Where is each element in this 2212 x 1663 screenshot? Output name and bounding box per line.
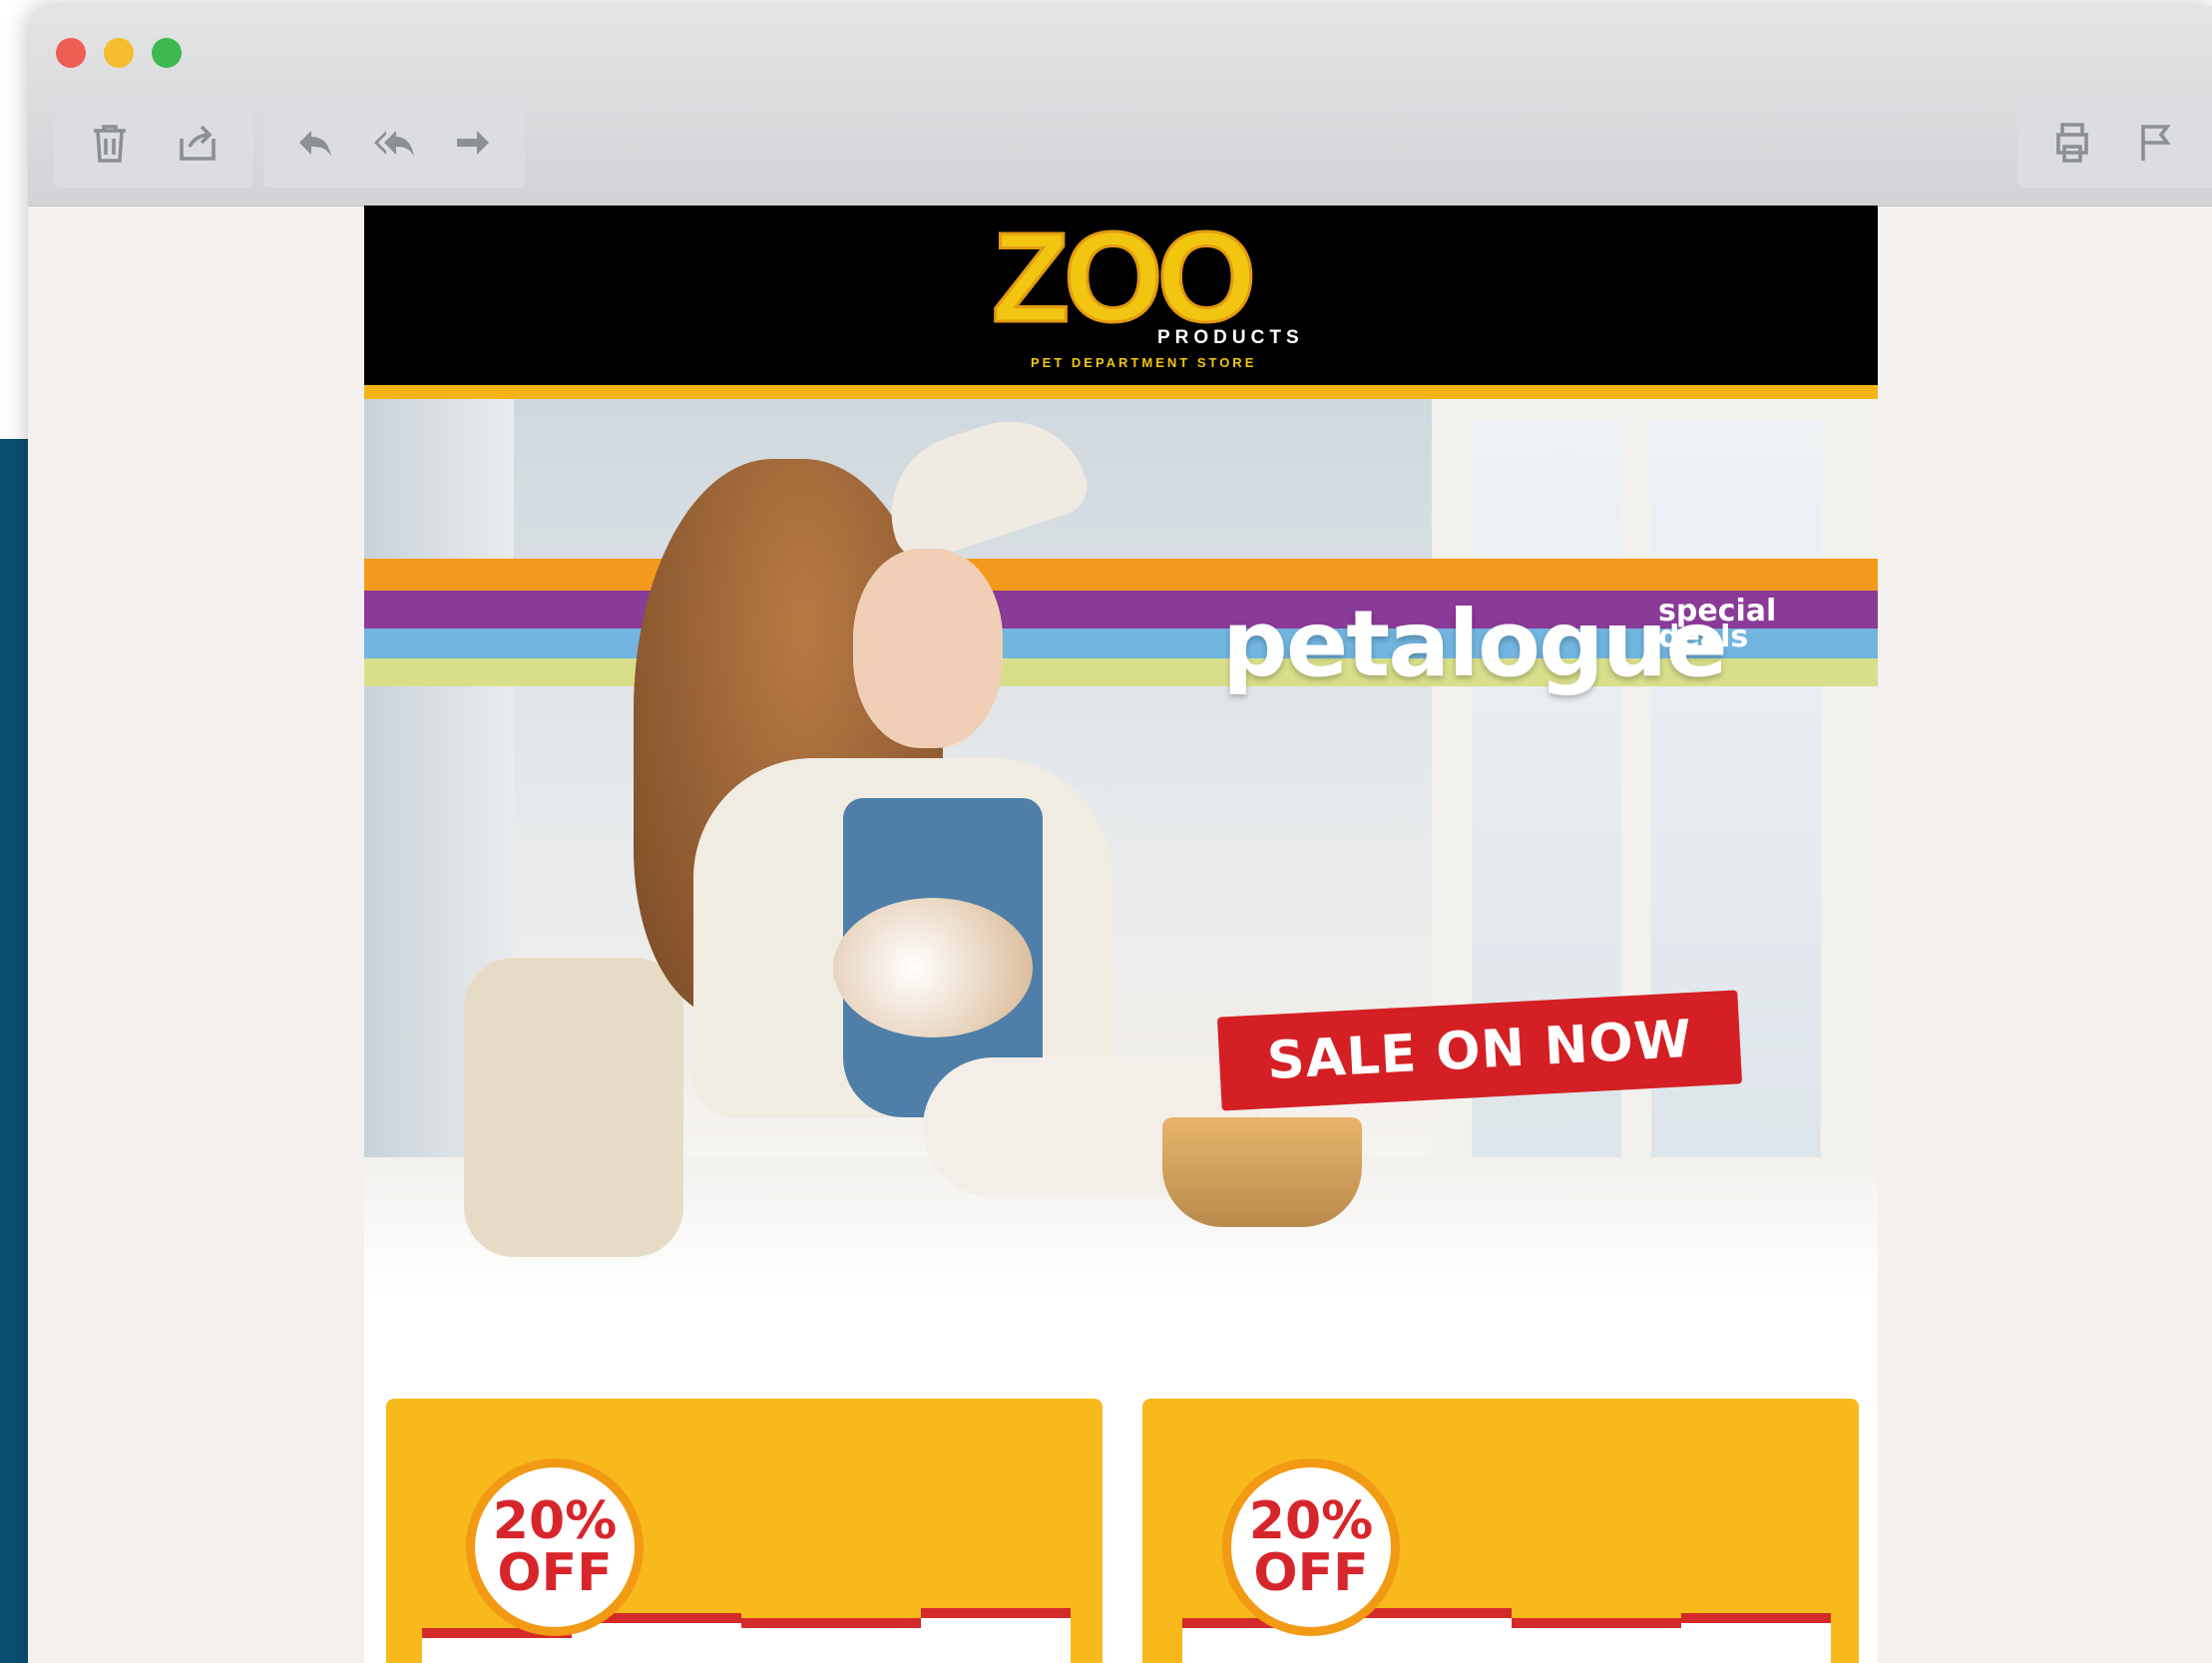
brand-name: ZOO: [990, 207, 1257, 349]
promo-card-cats[interactable]: 20% OFF: [1142, 1399, 1859, 1663]
brand-logo[interactable]: ZOO: [364, 207, 1878, 349]
discount-off: OFF: [1253, 1543, 1369, 1603]
delete-button[interactable]: [80, 113, 140, 173]
maximize-window-button[interactable]: [152, 38, 182, 68]
product-pack-4: [921, 1608, 1071, 1663]
mail-window: ZOO PRODUCTS PET DEPARTMENT STORE petalo…: [28, 6, 2212, 1663]
discount-off: OFF: [497, 1543, 613, 1603]
stripe-orange: [364, 559, 1878, 591]
discount-percent: 20%: [1248, 1491, 1374, 1551]
reply-button[interactable]: [289, 113, 340, 173]
printer-icon: [2055, 123, 2088, 163]
discount-percent: 20%: [492, 1491, 618, 1551]
cushion: [464, 958, 683, 1257]
forward-button[interactable]: [448, 113, 499, 173]
print-button[interactable]: [2043, 113, 2101, 173]
rabbit: [833, 898, 1033, 1038]
brand-header: ZOO PRODUCTS PET DEPARTMENT STORE: [364, 206, 1878, 385]
reply-all-button[interactable]: [368, 113, 419, 173]
discount-badge: 20% OFF: [1222, 1458, 1400, 1636]
trash-icon: [94, 125, 126, 163]
forward-icon: [457, 131, 490, 155]
header-divider: [364, 385, 1878, 399]
brand-tagline: PET DEPARTMENT STORE: [1031, 355, 1257, 370]
product-pack-3: [1512, 1618, 1681, 1663]
product-pack-4: [1681, 1613, 1831, 1663]
sale-on-now-label: SALE ON NOW: [1265, 1009, 1694, 1092]
discount-badge: 20% OFF: [466, 1458, 644, 1636]
close-window-button[interactable]: [56, 38, 86, 68]
minimize-window-button[interactable]: [104, 38, 134, 68]
email-body: ZOO PRODUCTS PET DEPARTMENT STORE petalo…: [364, 206, 1878, 1663]
flag-button[interactable]: [2129, 113, 2187, 173]
reply-all-icon: [373, 131, 414, 157]
toolbar-group-right: [2017, 98, 2212, 188]
reply-icon: [298, 131, 331, 157]
flag-icon: [2141, 125, 2171, 161]
girl-face: [853, 549, 1003, 748]
bunny-ears-headband: [870, 400, 1096, 568]
hero-banner[interactable]: petalogue special deals SALE ON NOW: [364, 399, 1878, 1297]
product-pack-3: [741, 1618, 921, 1663]
promo-card-dogs[interactable]: 20% OFF: [386, 1399, 1103, 1663]
move-to-button[interactable]: [168, 113, 227, 173]
campaign-headline: petalogue: [1222, 591, 1728, 697]
brand-subtitle: PRODUCTS: [1157, 327, 1304, 348]
toolbar-group-reply: [263, 98, 525, 188]
egg-basket: [1162, 1117, 1362, 1227]
move-to-icon: [180, 125, 216, 161]
toolbar-group-mailbox: [54, 98, 253, 188]
window-toolbar: [28, 6, 2212, 207]
campaign-badge: special deals: [1658, 597, 1776, 652]
